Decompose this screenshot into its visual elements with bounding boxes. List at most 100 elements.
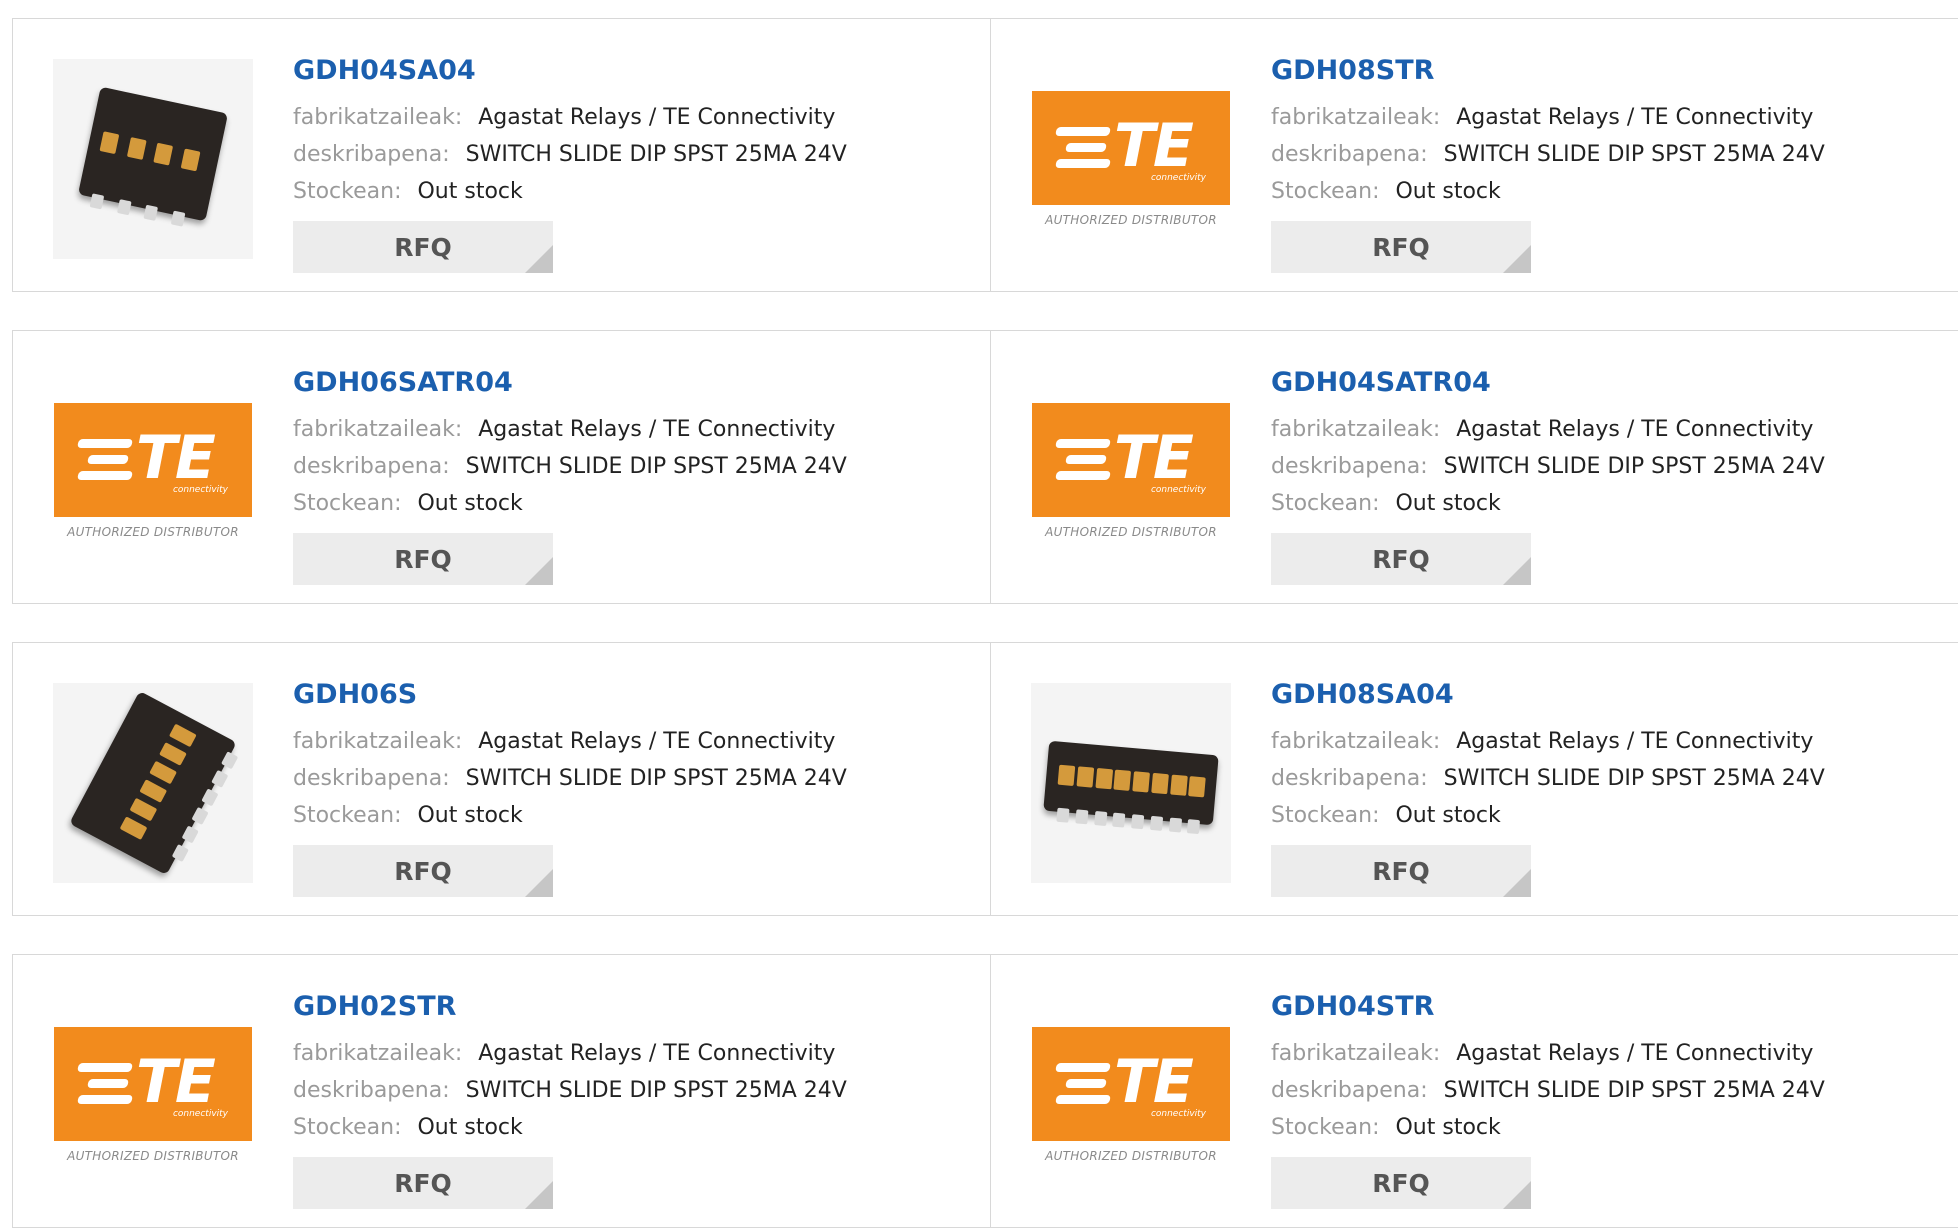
product-part-number-link[interactable]: GDH08SA04 bbox=[1271, 679, 1454, 710]
dip-pin bbox=[201, 788, 219, 807]
te-logo-mark: TE bbox=[1114, 423, 1194, 493]
product-thumbnail[interactable]: TE connectivity AUTHORIZED DISTRIBUTOR bbox=[1031, 59, 1231, 259]
te-logo-subtext: connectivity bbox=[1150, 173, 1206, 183]
product-thumbnail[interactable]: TE connectivity AUTHORIZED DISTRIBUTOR bbox=[1031, 371, 1231, 571]
manufacturer-label: fabrikatzaileak: bbox=[293, 729, 463, 754]
rfq-button[interactable]: RFQ bbox=[1271, 845, 1531, 897]
product-part-number-link[interactable]: GDH06SATR04 bbox=[293, 367, 513, 398]
stock-label: Stockean: bbox=[293, 1115, 402, 1140]
stock-label: Stockean: bbox=[293, 491, 402, 516]
dip-pin bbox=[143, 204, 159, 221]
product-thumbnail[interactable] bbox=[53, 683, 253, 883]
stock-line: Stockean: Out stock bbox=[1271, 803, 1501, 828]
dip-pin bbox=[191, 806, 209, 825]
stock-line: Stockean: Out stock bbox=[1271, 1115, 1501, 1140]
stock-line: Stockean: Out stock bbox=[293, 803, 523, 828]
stock-label: Stockean: bbox=[1271, 491, 1380, 516]
authorized-distributor-label: AUTHORIZED DISTRIBUTOR bbox=[67, 525, 239, 539]
dip-pin bbox=[1093, 810, 1107, 826]
manufacturer-line: fabrikatzaileak: Agastat Relays / TE Conn… bbox=[1271, 105, 1813, 130]
dip-toggle bbox=[180, 148, 201, 172]
manufacturer-value: Agastat Relays / TE Connectivity bbox=[1456, 729, 1814, 754]
product-thumbnail[interactable] bbox=[1031, 683, 1231, 883]
product-card: TE connectivity AUTHORIZED DISTRIBUTOR G… bbox=[991, 19, 1951, 291]
dip-toggle bbox=[119, 816, 148, 840]
description-line: deskribapena: SWITCH SLIDE DIP SPST 25MA … bbox=[293, 1078, 847, 1103]
product-row: TE connectivity AUTHORIZED DISTRIBUTOR G… bbox=[12, 330, 1958, 604]
manufacturer-label: fabrikatzaileak: bbox=[293, 417, 463, 442]
description-label: deskribapena: bbox=[293, 766, 450, 791]
product-part-number-link[interactable]: GDH06S bbox=[293, 679, 417, 710]
product-thumbnail[interactable] bbox=[53, 59, 253, 259]
rfq-button[interactable]: RFQ bbox=[1271, 533, 1531, 585]
dip-pin bbox=[211, 769, 229, 788]
dip-toggle bbox=[139, 779, 168, 803]
product-part-number-link[interactable]: GDH04SA04 bbox=[293, 55, 476, 86]
dip-pin bbox=[1187, 819, 1201, 835]
te-logo-subtext: connectivity bbox=[1150, 1109, 1206, 1119]
product-part-number-link[interactable]: GDH02STR bbox=[293, 991, 456, 1022]
stock-value: Out stock bbox=[417, 1115, 523, 1140]
te-logo-box: TE connectivity bbox=[1032, 91, 1230, 205]
dip-toggle bbox=[168, 723, 197, 748]
manufacturer-label: fabrikatzaileak: bbox=[1271, 1041, 1441, 1066]
manufacturer-label: fabrikatzaileak: bbox=[1271, 729, 1441, 754]
description-line: deskribapena: SWITCH SLIDE DIP SPST 25MA … bbox=[293, 766, 847, 791]
manufacturer-line: fabrikatzaileak: Agastat Relays / TE Conn… bbox=[293, 1041, 835, 1066]
stock-value: Out stock bbox=[417, 179, 523, 204]
te-logo-bars-icon bbox=[1055, 1063, 1111, 1111]
te-logo-subtext: connectivity bbox=[172, 485, 228, 495]
dip-toggle bbox=[1169, 774, 1188, 796]
rfq-button[interactable]: RFQ bbox=[1271, 1157, 1531, 1209]
manufacturer-value: Agastat Relays / TE Connectivity bbox=[478, 417, 836, 442]
stock-line: Stockean: Out stock bbox=[293, 179, 523, 204]
manufacturer-value: Agastat Relays / TE Connectivity bbox=[1456, 417, 1814, 442]
manufacturer-line: fabrikatzaileak: Agastat Relays / TE Conn… bbox=[1271, 417, 1813, 442]
dip-pin bbox=[221, 751, 239, 770]
stock-value: Out stock bbox=[1395, 179, 1501, 204]
product-part-number-link[interactable]: GDH04SATR04 bbox=[1271, 367, 1491, 398]
product-card: GDH06S fabrikatzaileak: Agastat Relays / T… bbox=[13, 643, 973, 915]
authorized-distributor-label: AUTHORIZED DISTRIBUTOR bbox=[67, 1149, 239, 1163]
stock-value: Out stock bbox=[1395, 803, 1501, 828]
description-label: deskribapena: bbox=[1271, 142, 1428, 167]
product-card: GDH04SA04 fabrikatzaileak: Agastat Relays … bbox=[13, 19, 973, 291]
rfq-button[interactable]: RFQ bbox=[293, 221, 553, 273]
product-thumbnail[interactable]: TE connectivity AUTHORIZED DISTRIBUTOR bbox=[53, 371, 253, 571]
description-label: deskribapena: bbox=[293, 454, 450, 479]
te-logo-box: TE connectivity bbox=[1032, 1027, 1230, 1141]
dip-toggle bbox=[159, 742, 187, 766]
product-part-number-link[interactable]: GDH04STR bbox=[1271, 991, 1434, 1022]
rfq-button[interactable]: RFQ bbox=[293, 845, 553, 897]
te-connectivity-logo: TE connectivity AUTHORIZED DISTRIBUTOR bbox=[1031, 1027, 1231, 1163]
product-part-number-link[interactable]: GDH08STR bbox=[1271, 55, 1434, 86]
rfq-button[interactable]: RFQ bbox=[1271, 221, 1531, 273]
manufacturer-label: fabrikatzaileak: bbox=[293, 1041, 463, 1066]
description-value: SWITCH SLIDE DIP SPST 25MA 24V bbox=[1443, 766, 1825, 791]
description-value: SWITCH SLIDE DIP SPST 25MA 24V bbox=[465, 454, 847, 479]
product-card: TE connectivity AUTHORIZED DISTRIBUTOR G… bbox=[13, 955, 973, 1227]
dip-toggle bbox=[129, 797, 158, 822]
description-line: deskribapena: SWITCH SLIDE DIP SPST 25MA … bbox=[293, 454, 847, 479]
dip-toggle bbox=[1057, 764, 1076, 787]
rfq-button[interactable]: RFQ bbox=[293, 533, 553, 585]
manufacturer-line: fabrikatzaileak: Agastat Relays / TE Conn… bbox=[293, 729, 835, 754]
product-card: TE connectivity AUTHORIZED DISTRIBUTOR G… bbox=[991, 331, 1951, 603]
stock-value: Out stock bbox=[1395, 1115, 1501, 1140]
te-logo-mark: TE bbox=[136, 1047, 216, 1117]
dip-toggle bbox=[1188, 776, 1207, 798]
product-row: GDH04SA04 fabrikatzaileak: Agastat Relays … bbox=[12, 18, 1958, 292]
dip-toggle bbox=[1094, 767, 1113, 790]
te-logo-bars-icon bbox=[77, 1063, 133, 1111]
stock-value: Out stock bbox=[417, 491, 523, 516]
product-thumbnail[interactable]: TE connectivity AUTHORIZED DISTRIBUTOR bbox=[53, 995, 253, 1195]
description-line: deskribapena: SWITCH SLIDE DIP SPST 25MA … bbox=[1271, 142, 1825, 167]
description-label: deskribapena: bbox=[293, 142, 450, 167]
stock-value: Out stock bbox=[1395, 491, 1501, 516]
manufacturer-line: fabrikatzaileak: Agastat Relays / TE Conn… bbox=[1271, 1041, 1813, 1066]
te-logo-bars-icon bbox=[1055, 439, 1111, 487]
rfq-button[interactable]: RFQ bbox=[293, 1157, 553, 1209]
product-thumbnail[interactable]: TE connectivity AUTHORIZED DISTRIBUTOR bbox=[1031, 995, 1231, 1195]
dip-toggle bbox=[153, 142, 174, 166]
te-logo-box: TE connectivity bbox=[54, 403, 252, 517]
